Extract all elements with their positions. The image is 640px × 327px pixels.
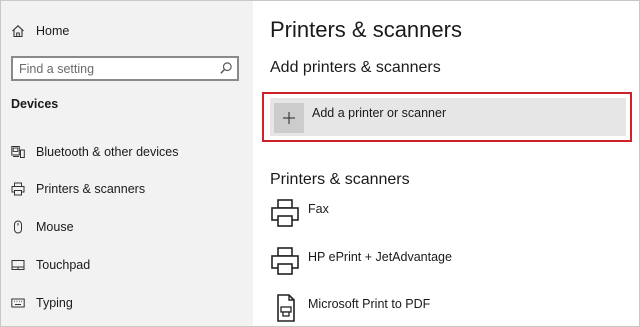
add-printer-label: Add a printer or scanner bbox=[312, 106, 447, 120]
printer-item-pdf[interactable]: Microsoft Print to PDF bbox=[270, 293, 630, 326]
sidebar-item-label: Touchpad bbox=[36, 258, 91, 272]
mouse-icon bbox=[11, 220, 25, 234]
sidebar-item-bluetooth[interactable]: Bluetooth & other devices bbox=[1, 134, 253, 170]
sidebar-item-typing[interactable]: Typing bbox=[1, 285, 253, 321]
printer-item-fax[interactable]: Fax bbox=[270, 198, 630, 238]
pdf-printer-icon bbox=[270, 293, 300, 323]
main-content: Printers & scanners Add printers & scann… bbox=[253, 1, 639, 326]
sidebar-item-label: Home bbox=[36, 24, 70, 38]
keyboard-icon bbox=[11, 296, 25, 310]
settings-window: Home Devices Bluetooth & other bbox=[0, 0, 640, 327]
sidebar-item-touchpad[interactable]: Touchpad bbox=[1, 247, 253, 283]
printer-name: HP ePrint + JetAdvantage bbox=[308, 250, 452, 264]
sidebar-item-printers-scanners[interactable]: Printers & scanners bbox=[1, 171, 253, 207]
search-icon[interactable] bbox=[219, 61, 233, 75]
fax-printer-icon bbox=[270, 198, 300, 228]
sidebar-item-label: Printers & scanners bbox=[36, 182, 146, 196]
printer-item-hp[interactable]: HP ePrint + JetAdvantage bbox=[270, 246, 630, 286]
search-input[interactable] bbox=[19, 61, 209, 77]
bluetooth-devices-icon bbox=[11, 145, 25, 159]
sidebar-item-label: Typing bbox=[36, 296, 73, 310]
home-icon bbox=[11, 24, 25, 38]
sidebar: Home Devices Bluetooth & other bbox=[1, 1, 253, 326]
sidebar-section-title: Devices bbox=[11, 97, 59, 111]
touchpad-icon bbox=[11, 258, 25, 272]
sidebar-item-home[interactable]: Home bbox=[1, 13, 253, 49]
printer-icon bbox=[11, 182, 25, 196]
sidebar-item-label: Bluetooth & other devices bbox=[36, 145, 179, 159]
page-title: Printers & scanners bbox=[270, 17, 462, 42]
sidebar-item-label: Mouse bbox=[36, 220, 74, 234]
printer-name: Microsoft Print to PDF bbox=[308, 297, 431, 311]
search-field[interactable] bbox=[11, 56, 239, 81]
add-section-title: Add printers & scanners bbox=[270, 59, 441, 76]
printers-section-title: Printers & scanners bbox=[270, 171, 410, 188]
sidebar-item-mouse[interactable]: Mouse bbox=[1, 209, 253, 245]
printer-name: Fax bbox=[308, 202, 329, 216]
add-printer-highlight: Add a printer or scanner bbox=[262, 92, 632, 142]
plus-icon bbox=[274, 103, 304, 133]
add-printer-button[interactable]: Add a printer or scanner bbox=[270, 98, 626, 136]
printer-icon bbox=[270, 246, 300, 276]
